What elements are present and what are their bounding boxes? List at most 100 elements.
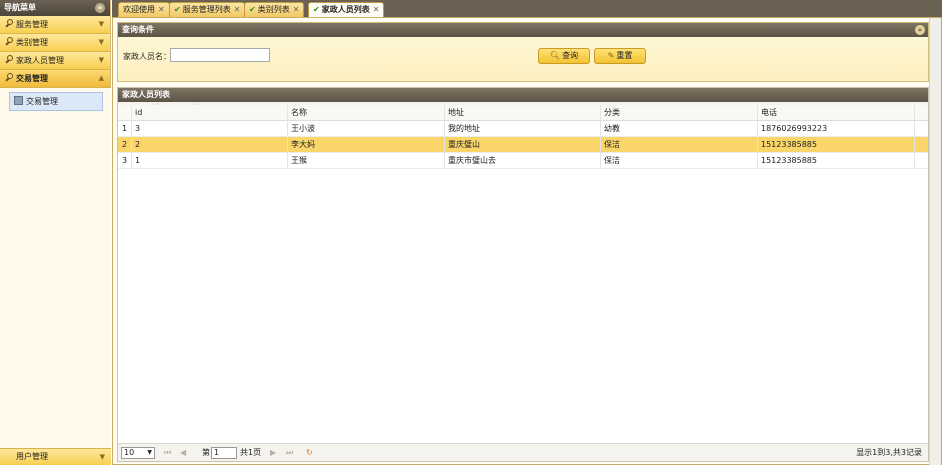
header-cell-name[interactable]: 名称 (288, 105, 445, 121)
tab-label: 欢迎使用 (123, 5, 155, 14)
query-panel: 查询条件 « 家政人员名： 🔍︎ 查询 ✎ 重置 (117, 22, 929, 82)
chevron-down-icon: ▼ (99, 453, 105, 461)
cell-id: 2 (132, 137, 288, 153)
search-button[interactable]: 🔍︎ 查询 (538, 48, 590, 64)
search-icon: 🔍︎ (549, 51, 561, 60)
grid-panel: 家政人员列表 +新增✎修改删除 id 名称 地址 分类 电话 1 3 王小波 我… (117, 87, 929, 462)
close-icon[interactable]: ✕ (234, 5, 241, 14)
pagination-info: 显示1到3,共3记录 (856, 448, 922, 457)
nav-item-label: 家政人员管理 (16, 56, 64, 65)
cell-id: 3 (132, 121, 288, 137)
row-number: 3 (118, 153, 132, 169)
nav-item-label: 服务管理 (16, 20, 48, 29)
wrench-icon (4, 37, 13, 46)
scrollbar[interactable] (929, 18, 941, 465)
nav-body: 交易管理 (0, 88, 111, 448)
main-content: 查询条件 « 家政人员名： 🔍︎查询 ✎重置 家政人员列表 +新增✎修改删除 i… (112, 17, 942, 465)
reset-button[interactable]: ✎ 重置 (594, 48, 646, 64)
cell-name: 李大妈 (288, 137, 445, 153)
cell-type: 保洁 (601, 153, 758, 169)
nav-item-label: 交易管理 (16, 74, 48, 83)
pagination-bar: 10 ▼ ⏮ ◀ 第 1 共1页 ▶ ⏭ ↻ 显示1到3,共3记录 (118, 443, 928, 461)
query-title: 查询条件 (122, 25, 154, 34)
staff-table: id 名称 地址 分类 电话 1 3 王小波 我的地址 幼教 187602699… (118, 105, 928, 425)
query-panel-title: 查询条件 « (118, 23, 928, 37)
tab-category-list[interactable]: ✔ 类别列表 ✕ (244, 2, 305, 17)
search-button-label: 查询 (562, 51, 579, 60)
tab-label: 服务管理列表 (182, 5, 231, 14)
header-cell-num (118, 105, 132, 121)
brush-icon: ✎ (607, 51, 615, 60)
chevron-down-icon: ▼ (98, 56, 104, 64)
header-cell-id[interactable]: id (132, 105, 288, 121)
nav-item-staff[interactable]: 家政人员管理 ▼ (0, 52, 110, 70)
chevron-down-icon: ▼ (98, 38, 104, 46)
page-label: 第 (202, 448, 210, 457)
page-number-input[interactable]: 1 (211, 447, 237, 459)
chevron-down-icon: ▼ (147, 449, 152, 456)
page-size-value: 10 (124, 448, 135, 457)
nav-subitem-trade[interactable]: 交易管理 (9, 92, 103, 111)
check-icon: ✔ (174, 5, 181, 14)
collapse-icon[interactable]: « (915, 25, 925, 35)
nav-item-service[interactable]: 服务管理 ▼ (0, 16, 110, 34)
nav-item-user[interactable]: 用户管理 ▼ (0, 448, 111, 465)
tab-label: 类别列表 (257, 5, 290, 14)
refresh-icon[interactable]: ↻ (306, 444, 313, 461)
tab-service-list[interactable]: ✔ 服务管理列表 ✕ (169, 2, 246, 17)
header-cell-phone[interactable]: 电话 (758, 105, 915, 121)
header-cell-type[interactable]: 分类 (601, 105, 758, 121)
wrench-icon (4, 73, 13, 82)
tab-label: 家政人员列表 (321, 5, 370, 14)
nav-item-trade[interactable]: 交易管理 ▲ (0, 70, 110, 88)
header-cell-address[interactable]: 地址 (445, 105, 601, 121)
cell-type: 保洁 (601, 137, 758, 153)
cell-type: 幼教 (601, 121, 758, 137)
check-icon: ✔ (313, 5, 320, 14)
chevron-down-icon: ▼ (98, 20, 104, 28)
close-icon[interactable]: ✕ (158, 5, 165, 14)
cell-address: 重庆市璧山去 (445, 153, 601, 169)
grid-title: 家政人员列表 (122, 90, 170, 99)
cell-name: 王小波 (288, 121, 445, 137)
table-row[interactable]: 2 2 李大妈 重庆璧山 保洁 15123385885 (118, 137, 928, 153)
collapse-icon[interactable]: « (95, 3, 105, 13)
row-number: 2 (118, 137, 132, 153)
cell-phone: 1876026993223 (758, 121, 915, 137)
wrench-icon (4, 451, 13, 460)
nav-item-label: 用户管理 (16, 452, 48, 461)
nav-subitem-label: 交易管理 (26, 97, 58, 106)
cell-phone: 15123385885 (758, 137, 915, 153)
close-icon[interactable]: ✕ (293, 5, 300, 14)
chevron-up-icon: ▲ (98, 74, 104, 82)
table-row[interactable]: 1 3 王小波 我的地址 幼教 1876026993223 (118, 121, 928, 137)
nav-item-category[interactable]: 类别管理 ▼ (0, 34, 110, 52)
check-icon: ✔ (249, 5, 256, 14)
nav-title: 导航菜单 (4, 3, 36, 12)
nav-item-label: 类别管理 (16, 38, 48, 47)
last-page-icon[interactable]: ⏭ (286, 444, 293, 461)
reset-button-label: 重置 (616, 51, 633, 60)
tab-welcome[interactable]: 欢迎使用 ✕ (118, 2, 170, 17)
page-size-select[interactable]: 10 ▼ (121, 447, 155, 459)
tab-strip: 欢迎使用 ✕ ✔ 服务管理列表 ✕ ✔ 类别列表 ✕ ✔ 家政人员列表 ✕ (112, 0, 942, 17)
wrench-icon (4, 55, 13, 64)
cell-phone: 15123385885 (758, 153, 915, 169)
table-row[interactable]: 3 1 王猴 重庆市璧山去 保洁 15123385885 (118, 153, 928, 169)
total-pages: 共1页 (240, 448, 262, 457)
page-icon (14, 96, 23, 105)
row-number: 1 (118, 121, 132, 137)
cell-name: 王猴 (288, 153, 445, 169)
next-page-icon[interactable]: ▶ (270, 444, 276, 461)
grid-panel-title: 家政人员列表 (118, 88, 928, 102)
staff-name-input[interactable] (170, 48, 270, 62)
prev-page-icon[interactable]: ◀ (180, 444, 186, 461)
nav-header: 导航菜单 « (0, 0, 110, 16)
wrench-icon (4, 19, 13, 28)
table-header: id 名称 地址 分类 电话 (118, 105, 928, 121)
cell-id: 1 (132, 153, 288, 169)
close-icon[interactable]: ✕ (373, 5, 380, 14)
first-page-icon[interactable]: ⏮ (164, 444, 171, 461)
tab-staff-list[interactable]: ✔ 家政人员列表 ✕ (308, 2, 385, 17)
cell-address: 我的地址 (445, 121, 601, 137)
